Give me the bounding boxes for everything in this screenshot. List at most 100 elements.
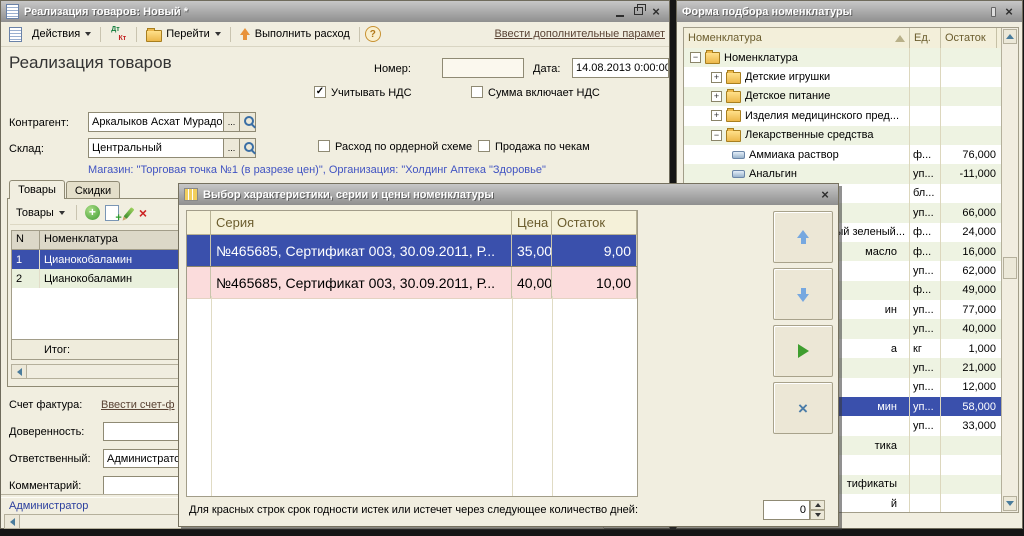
sale-by-checks-checkbox[interactable] bbox=[478, 140, 490, 152]
vat-included-checkbox[interactable] bbox=[471, 86, 483, 98]
tree-row-folder[interactable]: Номенклатура bbox=[684, 48, 1001, 67]
vat-checkbox[interactable] bbox=[314, 86, 326, 98]
window-title: Реализация товаров: Новый * bbox=[24, 6, 607, 18]
tree-expander[interactable] bbox=[711, 91, 722, 102]
tree-expander[interactable] bbox=[711, 72, 722, 83]
move-down-button[interactable] bbox=[773, 268, 833, 320]
edit-row-icon[interactable] bbox=[123, 207, 134, 219]
goods-menu-button[interactable]: Товары bbox=[13, 206, 68, 220]
warehouse-search-button[interactable] bbox=[239, 138, 256, 158]
cancel-button[interactable] bbox=[773, 382, 833, 434]
help-icon[interactable]: ? bbox=[365, 26, 381, 42]
series-selection-dialog: Выбор характеристики, серии и цены номен… bbox=[178, 183, 839, 527]
orange-up-arrow-icon bbox=[240, 28, 251, 41]
scroll-up-button[interactable] bbox=[1003, 29, 1017, 44]
tab-goods-label: Товары bbox=[18, 184, 56, 196]
tree-row-folder[interactable]: Детские игрушки bbox=[684, 67, 1001, 86]
warehouse-input[interactable]: Центральный bbox=[88, 138, 224, 158]
main-title-bar[interactable]: Реализация товаров: Новый * × bbox=[1, 1, 669, 22]
scroll-down-button[interactable] bbox=[1003, 496, 1017, 511]
folder-go-icon bbox=[146, 30, 162, 42]
order-scheme-label: Расход по ордерной схеме bbox=[335, 141, 472, 153]
tree-expander[interactable] bbox=[711, 110, 722, 121]
series-value: №465685, Сертификат 003, 30.09.2011, Р..… bbox=[211, 235, 512, 266]
copy-row-icon[interactable] bbox=[105, 205, 119, 221]
dt-kt-button[interactable]: Дт Кт bbox=[106, 24, 131, 44]
item-icon bbox=[732, 170, 745, 178]
blue-x-icon bbox=[798, 400, 808, 417]
picker-title: Форма подбора номенклатуры bbox=[682, 6, 986, 18]
restore-button[interactable] bbox=[630, 5, 646, 19]
spinner-value[interactable]: 0 bbox=[763, 500, 810, 520]
goto-menu-button[interactable]: Перейти bbox=[142, 25, 225, 44]
grid-line bbox=[552, 296, 553, 496]
series-row-expired[interactable]: №465685, Сертификат 003, 30.09.2011, Р..… bbox=[187, 267, 637, 299]
tree-expander[interactable] bbox=[690, 52, 701, 63]
contractor-input[interactable]: Аркалыков Асхат Мурадович bbox=[88, 112, 224, 132]
actions-menu-button[interactable]: Действия bbox=[28, 26, 95, 42]
folder-icon bbox=[726, 91, 741, 103]
tab-goods[interactable]: Товары bbox=[9, 180, 65, 199]
poa-label: Доверенность: bbox=[9, 426, 84, 438]
comment-label: Комментарий: bbox=[9, 480, 81, 492]
tree-row-folder[interactable]: Детское питание bbox=[684, 87, 1001, 106]
series-col-series: Серия bbox=[211, 211, 512, 234]
chevron-down-icon bbox=[59, 211, 65, 215]
minimize-button[interactable] bbox=[612, 5, 628, 19]
additional-params-link[interactable]: Ввести дополнительные парамет bbox=[494, 28, 665, 40]
tab-discounts[interactable]: Скидки bbox=[66, 181, 120, 199]
close-button[interactable]: × bbox=[648, 5, 664, 19]
series-col-price: Цена bbox=[512, 211, 552, 234]
picker-close-button[interactable]: × bbox=[1001, 5, 1017, 19]
contractor-search-button[interactable] bbox=[239, 112, 256, 132]
tree-row-item[interactable]: Аммиака раствор ф...76,000 bbox=[684, 145, 1001, 164]
picker-vertical-scrollbar[interactable] bbox=[1001, 28, 1018, 512]
modal-close-button[interactable]: × bbox=[817, 188, 833, 202]
scroll-left-button[interactable] bbox=[5, 515, 20, 528]
execute-expense-button[interactable]: Выполнить расход bbox=[236, 26, 354, 43]
select-button[interactable] bbox=[773, 325, 833, 377]
add-row-icon[interactable] bbox=[85, 205, 100, 220]
move-up-button[interactable] bbox=[773, 211, 833, 263]
number-label: Номер: bbox=[374, 63, 411, 75]
spinner-down-button[interactable] bbox=[810, 510, 825, 520]
number-input[interactable] bbox=[442, 58, 524, 78]
delete-row-icon[interactable] bbox=[139, 206, 147, 220]
series-row-selected[interactable]: №465685, Сертификат 003, 30.09.2011, Р..… bbox=[187, 235, 637, 267]
toolbar-separator bbox=[230, 27, 231, 42]
chevron-down-icon bbox=[215, 32, 221, 36]
tree-expander[interactable] bbox=[711, 130, 722, 141]
goods-row-number: 1 bbox=[12, 250, 40, 269]
scroll-left-button[interactable] bbox=[12, 365, 27, 378]
tree-row-folder[interactable]: Изделия медицинского пред... bbox=[684, 106, 1001, 125]
form-icon-button[interactable] bbox=[5, 25, 26, 44]
contractor-browse-button[interactable] bbox=[223, 112, 240, 132]
picker-title-bar[interactable]: Форма подбора номенклатуры × bbox=[677, 1, 1022, 22]
execute-expense-label: Выполнить расход bbox=[255, 28, 350, 40]
tree-row-item[interactable]: Анальгин уп...-11,000 bbox=[684, 164, 1001, 183]
warehouse-browse-button[interactable] bbox=[223, 138, 240, 158]
folder-icon bbox=[705, 52, 720, 64]
series-table: Серия Цена Остаток №465685, Сертификат 0… bbox=[186, 210, 638, 497]
expiry-days-spinner[interactable]: 0 bbox=[763, 500, 825, 520]
qty-value: 9,00 bbox=[552, 235, 637, 266]
sale-by-checks-label: Продажа по чекам bbox=[495, 141, 590, 153]
table-grid-icon bbox=[184, 188, 198, 201]
goods-menu-label: Товары bbox=[16, 207, 54, 219]
date-input[interactable]: 14.08.2013 0:00:00 bbox=[572, 58, 669, 78]
series-col-qty: Остаток bbox=[552, 211, 637, 234]
modal-title-bar[interactable]: Выбор характеристики, серии и цены номен… bbox=[179, 184, 838, 205]
pin-icon[interactable] bbox=[991, 7, 996, 17]
price-value: 40,00 bbox=[512, 267, 552, 298]
enter-invoice-link[interactable]: Ввести счет-ф bbox=[101, 399, 175, 411]
spinner-up-button[interactable] bbox=[810, 500, 825, 510]
qty-value: 10,00 bbox=[552, 267, 637, 298]
tree-row-folder[interactable]: Лекарственные средства bbox=[684, 126, 1001, 145]
date-label: Дата: bbox=[533, 63, 560, 75]
scrollbar-thumb[interactable] bbox=[1003, 257, 1017, 279]
scroll-left-icon bbox=[10, 518, 15, 526]
scroll-down-icon bbox=[1006, 501, 1014, 506]
scroll-up-icon bbox=[1006, 34, 1014, 39]
order-scheme-checkbox[interactable] bbox=[318, 140, 330, 152]
document-icon bbox=[6, 4, 19, 19]
